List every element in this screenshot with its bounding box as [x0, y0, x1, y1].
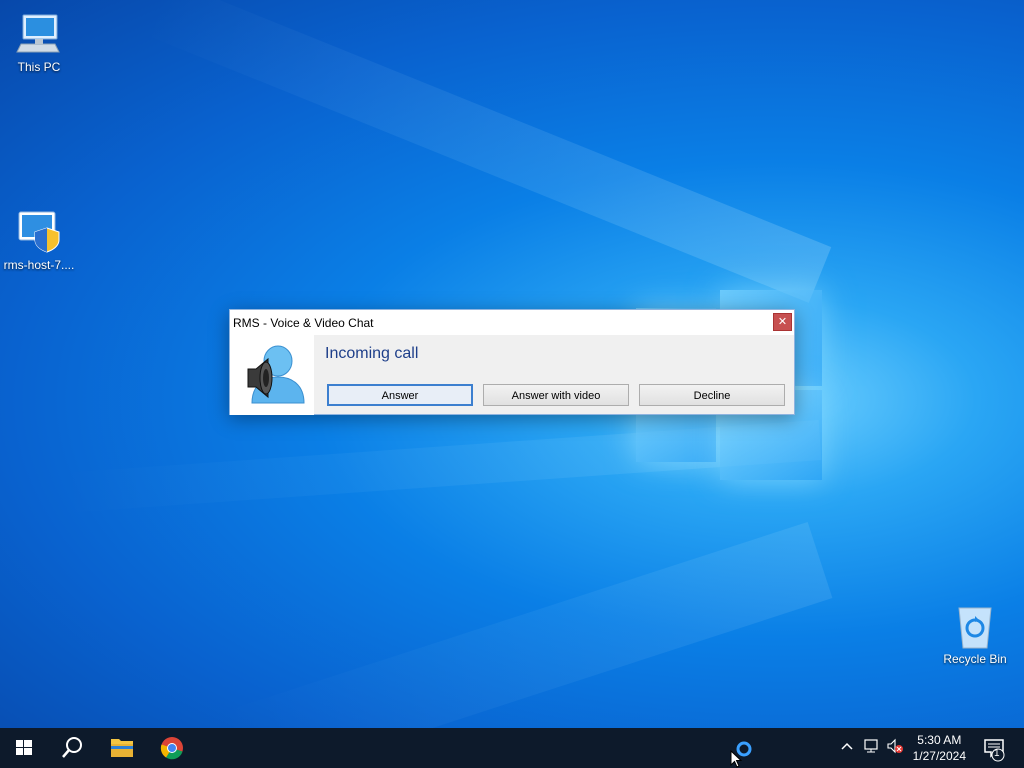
dialog-titlebar[interactable]: RMS - Voice & Video Chat ✕: [230, 310, 794, 335]
volume-muted-icon: [887, 738, 903, 754]
wallpaper-beam: [141, 0, 832, 303]
speaker-user-icon: [247, 345, 305, 404]
answer-with-video-button[interactable]: Answer with video: [483, 384, 629, 406]
tray-overflow-button[interactable]: [840, 738, 854, 757]
close-icon: ✕: [777, 316, 788, 328]
chrome-button[interactable]: [148, 728, 196, 768]
desktop-icon-label: This PC: [17, 60, 61, 74]
action-center-button[interactable]: 1: [976, 728, 1024, 768]
taskbar: 5:30 AM 1/27/2024 1: [0, 728, 1024, 768]
start-button[interactable]: [0, 728, 48, 768]
volume-button[interactable]: [886, 738, 904, 757]
desktop-icon-label: Recycle Bin: [943, 652, 1007, 666]
file-explorer-button[interactable]: [98, 728, 146, 768]
clock-date: 1/27/2024: [912, 749, 966, 763]
mouse-cursor-icon: [730, 750, 742, 768]
network-icon: [864, 739, 878, 753]
notification-count-badge: 1: [994, 748, 1000, 759]
answer-button[interactable]: Answer: [327, 384, 473, 406]
desktop-icon-rms-host[interactable]: rms-host-7....: [0, 208, 78, 272]
chrome-icon: [160, 737, 183, 760]
dialog-title: RMS - Voice & Video Chat: [233, 316, 374, 330]
recycle-bin-icon: [951, 602, 999, 650]
windows-start-icon: [16, 740, 32, 755]
clock-time: 5:30 AM: [917, 733, 962, 747]
desktop-icon-label: rms-host-7....: [3, 258, 75, 272]
search-icon: [62, 737, 82, 758]
incoming-call-dialog: RMS - Voice & Video Chat ✕ Incoming call…: [229, 309, 795, 415]
search-button[interactable]: [48, 728, 96, 768]
desktop: This PC rms-host-7.... Recycle Bin RMS -: [0, 0, 1024, 768]
desktop-icon-recycle-bin[interactable]: Recycle Bin: [936, 602, 1014, 666]
system-clock[interactable]: 5:30 AM 1/27/2024: [913, 732, 966, 764]
folder-icon: [111, 739, 133, 757]
network-button[interactable]: [862, 738, 880, 757]
decline-button[interactable]: Decline: [639, 384, 785, 406]
notification-icon: [984, 739, 1005, 762]
chevron-up-icon: [841, 742, 853, 750]
caller-avatar-panel: [230, 335, 314, 415]
computer-icon: [15, 10, 63, 58]
close-button[interactable]: ✕: [773, 313, 792, 331]
cortana-button[interactable]: [720, 728, 768, 768]
incoming-call-heading: Incoming call: [325, 345, 419, 362]
installer-shield-icon: [15, 208, 63, 256]
desktop-icon-this-pc[interactable]: This PC: [0, 10, 78, 74]
cortana-icon: [736, 741, 752, 757]
